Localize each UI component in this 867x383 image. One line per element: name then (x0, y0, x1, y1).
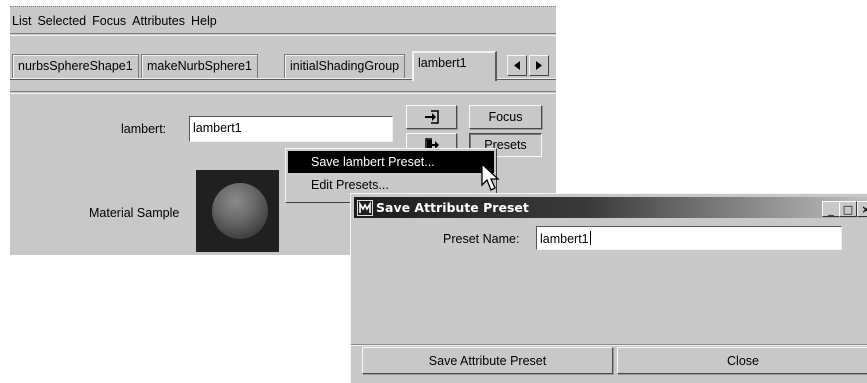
tab-lambert1[interactable]: lambert1 (412, 51, 497, 81)
dialog-title: Save Attribute Preset (376, 200, 529, 215)
close-window-button[interactable]: × (857, 201, 867, 217)
dialog-title-bar[interactable]: Save Attribute Preset _ □ × (354, 197, 867, 218)
tab-initial-shading-group[interactable]: initialShadingGroup (284, 54, 406, 79)
material-sphere-preview (212, 183, 268, 239)
lambert-name-field[interactable]: lambert1 (189, 116, 393, 142)
preset-name-value: lambert1 (540, 232, 589, 246)
menu-separator (10, 33, 556, 36)
tab-scroll-right-button[interactable] (529, 55, 549, 76)
mouse-pointer-icon (481, 163, 500, 191)
triangle-left-icon (514, 61, 520, 70)
content-separator (10, 91, 556, 94)
lambert-name-label: lambert: (121, 122, 167, 136)
minimize-button[interactable]: _ (822, 201, 840, 217)
close-button[interactable]: Close (617, 347, 867, 374)
material-sample-label: Material Sample (89, 206, 180, 220)
save-attribute-preset-button[interactable]: Save Attribute Preset (362, 347, 613, 374)
menu-bar: List Selected Focus Attributes Help (10, 9, 556, 33)
menu-help[interactable]: Help (188, 14, 220, 28)
menu-list[interactable]: List (10, 14, 34, 28)
menu-focus[interactable]: Focus (89, 14, 129, 28)
dialog-button-separator (351, 344, 867, 346)
triangle-right-icon (536, 61, 542, 70)
material-sample-swatch[interactable] (196, 170, 279, 252)
focus-button[interactable]: Focus (469, 105, 542, 129)
preset-name-input[interactable]: lambert1 (536, 226, 842, 250)
text-caret (589, 231, 591, 245)
maya-logo-icon (357, 199, 373, 216)
tab-scroll-left-button[interactable] (507, 55, 527, 76)
tab-scroll-buttons (507, 55, 551, 76)
load-attributes-button[interactable] (406, 105, 457, 129)
arrow-into-box-icon (424, 110, 439, 124)
menu-selected[interactable]: Selected (34, 14, 89, 28)
tab-make-nurb-sphere[interactable]: makeNurbSphere1 (141, 54, 258, 79)
maximize-button[interactable]: □ (839, 201, 857, 217)
tab-nurbs-sphere-shape[interactable]: nurbsSphereShape1 (12, 54, 139, 79)
preset-name-label: Preset Name: (443, 232, 520, 246)
menu-attributes[interactable]: Attributes (129, 14, 188, 28)
save-attribute-preset-dialog: Save Attribute Preset _ □ × Preset Name:… (350, 193, 867, 383)
menu-item-save-lambert-preset[interactable]: Save lambert Preset... (288, 151, 494, 173)
